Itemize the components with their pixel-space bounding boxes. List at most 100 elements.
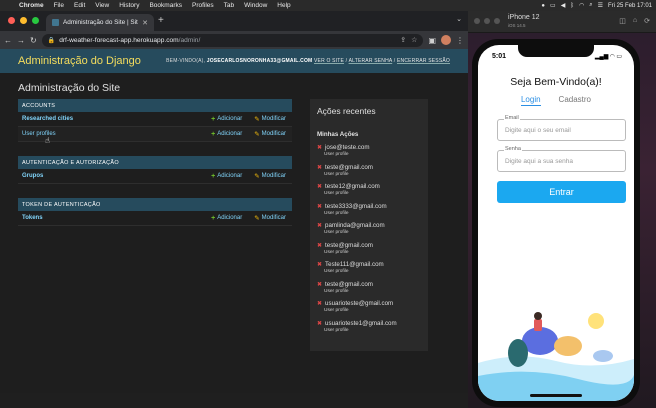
- home-indicator[interactable]: [530, 394, 582, 397]
- bookmark-star-icon[interactable]: ☆: [411, 36, 417, 44]
- pencil-icon: ✎: [254, 116, 260, 123]
- tab-search-icon[interactable]: ⌄: [456, 15, 462, 23]
- menu-file[interactable]: File: [49, 2, 69, 9]
- add-link[interactable]: + Adicionar: [211, 130, 242, 138]
- model-link-user-profiles[interactable]: User profiles: [22, 131, 211, 137]
- simulator-minimize-button[interactable]: [484, 18, 490, 24]
- minimize-window-button[interactable]: [20, 17, 27, 24]
- add-link[interactable]: + Adicionar: [211, 115, 242, 123]
- simulator-device-name: iPhone 12: [508, 14, 540, 21]
- simulator-titlebar: iPhone 12 iOS 14.5 ◫ ⌂ ⟳: [468, 11, 656, 33]
- menu-bookmarks[interactable]: Bookmarks: [144, 2, 187, 9]
- bluetooth-icon[interactable]: ᛒ: [570, 3, 574, 9]
- battery-icon[interactable]: ▭: [550, 2, 556, 9]
- add-icon: +: [211, 115, 216, 123]
- menubar-clock[interactable]: Fri 25 Feb 17:01: [608, 3, 652, 9]
- address-bar[interactable]: 🔒 drf-weather-forecast-app.herokuapp.com…: [41, 33, 424, 47]
- simulator-close-button[interactable]: [474, 18, 480, 24]
- change-password-link[interactable]: ALTERAR SENHA: [349, 58, 393, 64]
- password-field[interactable]: Senha Digite aqui a sua senha: [497, 146, 626, 172]
- browser-tab-admin[interactable]: Administração do Site | Site de... ✕: [46, 14, 154, 31]
- login-button[interactable]: Entrar: [497, 181, 626, 203]
- recent-action-row: ✖ teste3333@gmail.com: [317, 203, 421, 210]
- recent-action-link[interactable]: usuarioteste1@gmail.com: [325, 320, 397, 327]
- change-link[interactable]: ✎ Modificar: [254, 172, 286, 180]
- menu-app-name[interactable]: Chrome: [14, 2, 49, 9]
- recent-action-link[interactable]: teste@gmail.com: [325, 281, 373, 288]
- recent-action-item: ✖ teste3333@gmail.com User profile: [317, 203, 421, 223]
- module-caption[interactable]: ACCOUNTS: [18, 99, 292, 112]
- add-link[interactable]: + Adicionar: [211, 172, 242, 180]
- change-link[interactable]: ✎ Modificar: [254, 214, 286, 222]
- email-field[interactable]: Email Digite aqui o seu email: [497, 115, 626, 141]
- password-label: Senha: [504, 146, 522, 152]
- more-menu-icon[interactable]: ⋮: [456, 36, 464, 45]
- illustration-person: [534, 319, 542, 331]
- add-link[interactable]: + Adicionar: [211, 214, 242, 222]
- menu-window[interactable]: Window: [239, 2, 272, 9]
- search-icon[interactable]: ⌕: [589, 2, 592, 9]
- lock-icon[interactable]: 🔒: [48, 37, 55, 44]
- model-link-groups[interactable]: Grupos: [22, 173, 211, 179]
- delete-icon: ✖: [317, 184, 323, 190]
- recent-action-link[interactable]: pamlinda@gmail.com: [325, 222, 385, 229]
- delete-icon: ✖: [317, 281, 323, 288]
- logout-link[interactable]: ENCERRAR SESSÃO: [397, 58, 450, 64]
- module-caption[interactable]: AUTENTICAÇÃO E AUTORIZAÇÃO: [18, 156, 292, 169]
- email-placeholder: Digite aqui o seu email: [505, 127, 571, 134]
- simulator-zoom-button[interactable]: [494, 18, 500, 24]
- illustration-sand: [554, 336, 582, 356]
- record-icon[interactable]: ●: [541, 3, 545, 9]
- row-actions: + Adicionar ✎ Modificar: [211, 214, 292, 223]
- recent-action-link[interactable]: teste@gmail.com: [325, 164, 373, 171]
- new-tab-icon[interactable]: +: [158, 15, 164, 26]
- phone-clock: 5:01: [492, 53, 507, 60]
- recent-action-link[interactable]: jose@teste.com: [325, 144, 369, 151]
- rotate-icon[interactable]: ⟳: [644, 17, 650, 25]
- menu-help[interactable]: Help: [272, 2, 295, 9]
- change-link[interactable]: ✎ Modificar: [254, 130, 286, 138]
- tab-login[interactable]: Login: [520, 95, 541, 106]
- forward-icon[interactable]: →: [17, 36, 25, 45]
- reload-icon[interactable]: ↻: [30, 36, 37, 45]
- menu-tab[interactable]: Tab: [219, 2, 239, 9]
- model-link-researched-cities[interactable]: Researched cities: [22, 116, 211, 122]
- volume-icon[interactable]: ◀: [561, 2, 566, 9]
- recent-action-link[interactable]: usuarioteste@gmail.com: [325, 300, 393, 307]
- model-link-tokens[interactable]: Tokens: [22, 215, 211, 221]
- close-tab-icon[interactable]: ✕: [142, 19, 148, 27]
- recent-action-type: User profile: [324, 171, 349, 177]
- screenshot-icon[interactable]: ◫: [619, 17, 626, 25]
- module-caption[interactable]: TOKEN DE AUTENTICAÇÃO: [18, 198, 292, 211]
- extensions-icon[interactable]: ▣: [428, 36, 436, 45]
- close-window-button[interactable]: [8, 17, 15, 24]
- browser-toolbar: ← → ↻ 🔒 drf-weather-forecast-app.herokua…: [0, 31, 468, 49]
- zoom-window-button[interactable]: [32, 17, 39, 24]
- menu-history[interactable]: History: [114, 2, 144, 9]
- module-accounts: ACCOUNTS Researched cities + Adicionar ✎ M…: [18, 99, 292, 142]
- recent-action-link[interactable]: teste@gmail.com: [325, 242, 373, 249]
- recent-action-link[interactable]: teste12@gmail.com: [325, 183, 380, 190]
- menu-profiles[interactable]: Profiles: [187, 2, 219, 9]
- back-icon[interactable]: ←: [4, 36, 12, 45]
- row-actions: + Adicionar ✎ Modificar: [211, 172, 292, 181]
- wifi-icon[interactable]: ◠: [579, 2, 584, 9]
- email-label: Email: [504, 115, 520, 121]
- django-brand[interactable]: Administração do Django: [18, 55, 141, 67]
- share-icon[interactable]: ⇪: [400, 36, 406, 44]
- view-site-link[interactable]: VER O SITE: [314, 58, 344, 64]
- home-icon[interactable]: ⌂: [633, 17, 637, 25]
- recent-action-item: ✖ jose@teste.com User profile: [317, 144, 421, 164]
- pencil-icon: ✎: [254, 173, 260, 180]
- tab-register[interactable]: Cadastro: [559, 95, 591, 106]
- menu-edit[interactable]: Edit: [69, 2, 90, 9]
- control-center-icon[interactable]: ☰: [598, 2, 603, 9]
- change-link[interactable]: ✎ Modificar: [254, 115, 286, 123]
- profile-avatar[interactable]: [441, 35, 451, 45]
- recent-action-item: ✖ usuarioteste1@gmail.com User profile: [317, 320, 421, 340]
- recent-action-row: ✖ Teste111@gmail.com: [317, 261, 421, 268]
- recent-action-link[interactable]: teste3333@gmail.com: [325, 203, 387, 210]
- recent-action-link[interactable]: Teste111@gmail.com: [325, 261, 384, 268]
- menu-view[interactable]: View: [90, 2, 114, 9]
- recent-action-row: ✖ jose@teste.com: [317, 144, 421, 151]
